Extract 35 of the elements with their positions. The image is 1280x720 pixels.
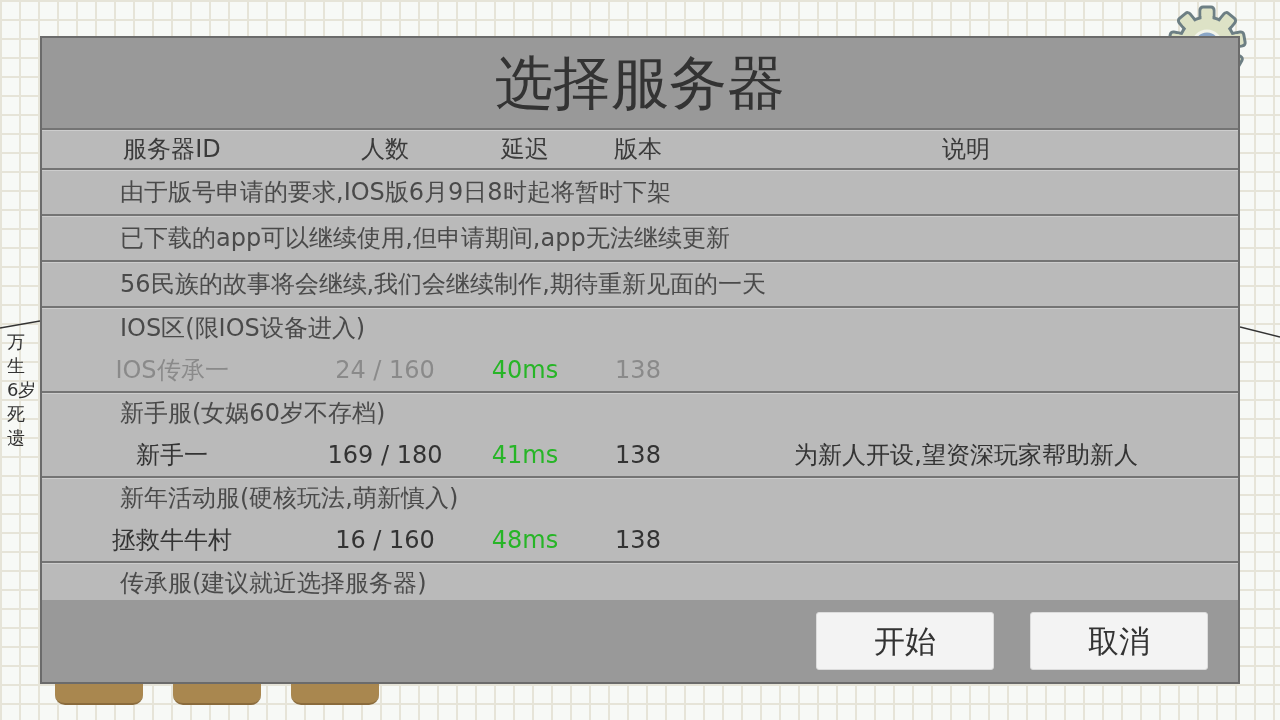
side-label: 6岁: [7, 378, 37, 402]
server-name[interactable]: 拯救牛牛村: [112, 527, 232, 552]
ping-value: 48ms: [491, 527, 559, 552]
connector-line: [0, 320, 40, 329]
menu-button[interactable]: [55, 684, 143, 705]
server-description: 为新人开设,望资深玩家帮助新人: [794, 442, 1138, 467]
version-text: 138: [615, 527, 661, 552]
player-count: 16 / 160: [335, 527, 435, 552]
menu-button[interactable]: [291, 684, 379, 705]
dialog-button[interactable]: 开始: [816, 612, 994, 670]
side-label: 遗: [7, 426, 26, 450]
notice-text: 已下载的app可以继续使用,但申请期间,app无法继续更新: [120, 226, 730, 250]
column-header: 服务器ID: [123, 137, 221, 161]
connector-line: [1240, 326, 1280, 338]
column-header: 人数: [361, 137, 409, 161]
menu-button[interactable]: [173, 684, 261, 705]
dialog-button[interactable]: 取消: [1030, 612, 1208, 670]
group-heading: 传承服(建议就近选择服务器): [120, 571, 427, 595]
column-header: 说明: [942, 137, 990, 161]
side-label: 死: [7, 402, 26, 426]
ping-value: 41ms: [491, 442, 559, 467]
ping-value: 40ms: [491, 357, 559, 382]
version-text: 138: [615, 442, 661, 467]
group-heading: IOS区(限IOS设备进入): [120, 316, 366, 340]
notice-text: 56民族的故事将会继续,我们会继续制作,期待重新见面的一天: [120, 272, 766, 296]
server-name[interactable]: 新手一: [136, 442, 208, 467]
group-heading: 新手服(女娲60岁不存档): [120, 401, 386, 425]
side-label: 生: [7, 354, 26, 378]
side-label: 万: [7, 330, 26, 354]
column-header: 版本: [614, 137, 662, 161]
column-header: 延迟: [501, 137, 549, 161]
notice-text: 由于版号申请的要求,IOS版6月9日8时起将暂时下架: [120, 180, 671, 204]
group-heading: 新年活动服(硬核玩法,萌新慎入): [120, 486, 459, 510]
dialog-title: 选择服务器: [495, 54, 785, 112]
player-count: 169 / 180: [327, 442, 443, 467]
